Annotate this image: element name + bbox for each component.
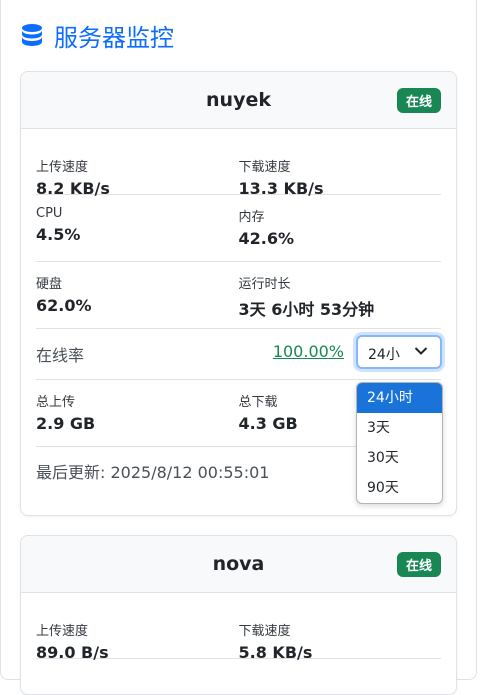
download-speed-label: 下载速度 (238, 624, 291, 639)
period-select-value: 24小 (368, 347, 400, 363)
status-badge: 在线 (396, 88, 441, 113)
period-dropdown: 24小时 3天 30天 90天 (356, 382, 443, 504)
memory-label: 内存 (238, 210, 265, 225)
runtime-label: 运行时长 (238, 277, 291, 292)
period-option-90d[interactable]: 90天 (357, 473, 442, 503)
disk-label: 硬盘 (36, 277, 63, 292)
period-option-24h[interactable]: 24小时 (357, 383, 442, 413)
server-name: nova (212, 553, 265, 575)
disk-runtime-row: 硬盘 62.0% 运行时长 3天 6小时 53分钟 (36, 262, 441, 329)
cpu-memory-row: CPU 4.5% 内存 42.6% (36, 195, 441, 262)
uptime-link[interactable]: 100.00% (273, 342, 344, 361)
card-header: nuyek 在线 (21, 72, 456, 129)
uptime-label: 在线率 (36, 346, 85, 365)
server-card: nova 在线 上传速度 89.0 B/s 下载速度 5.8 KB/s (20, 535, 457, 695)
uptime-row: 在线率 100.00% 24小 (36, 329, 442, 380)
memory-value: 42.6% (238, 229, 295, 248)
period-option-30d[interactable]: 30天 (357, 443, 442, 473)
speed-row: 上传速度 8.2 KB/s 下载速度 13.3 KB/s (36, 129, 441, 198)
speed-row: 上传速度 89.0 B/s 下载速度 5.8 KB/s (36, 593, 441, 662)
download-speed-value: 5.8 KB/s (238, 643, 313, 662)
database-icon (22, 23, 42, 46)
cpu-label: CPU (36, 206, 63, 221)
download-speed-label: 下载速度 (238, 160, 291, 175)
server-name: nuyek (206, 89, 271, 111)
disk-value: 62.0% (36, 296, 92, 315)
total-upload-label: 总上传 (36, 395, 76, 410)
upload-speed-label: 上传速度 (36, 624, 89, 639)
page-header: 服务器监控 (20, 18, 174, 53)
status-badge: 在线 (396, 552, 441, 577)
period-option-3d[interactable]: 3天 (357, 413, 442, 443)
page-title: 服务器监控 (54, 24, 174, 52)
upload-speed-value: 89.0 B/s (36, 643, 109, 662)
cpu-value: 4.5% (36, 225, 81, 244)
runtime-value: 3天 6小时 53分钟 (238, 300, 375, 319)
period-select[interactable]: 24小 (356, 335, 442, 369)
chevron-down-icon (414, 347, 428, 355)
card-header: nova 在线 (21, 536, 456, 593)
upload-speed-label: 上传速度 (36, 160, 89, 175)
total-upload-value: 2.9 GB (36, 414, 96, 433)
